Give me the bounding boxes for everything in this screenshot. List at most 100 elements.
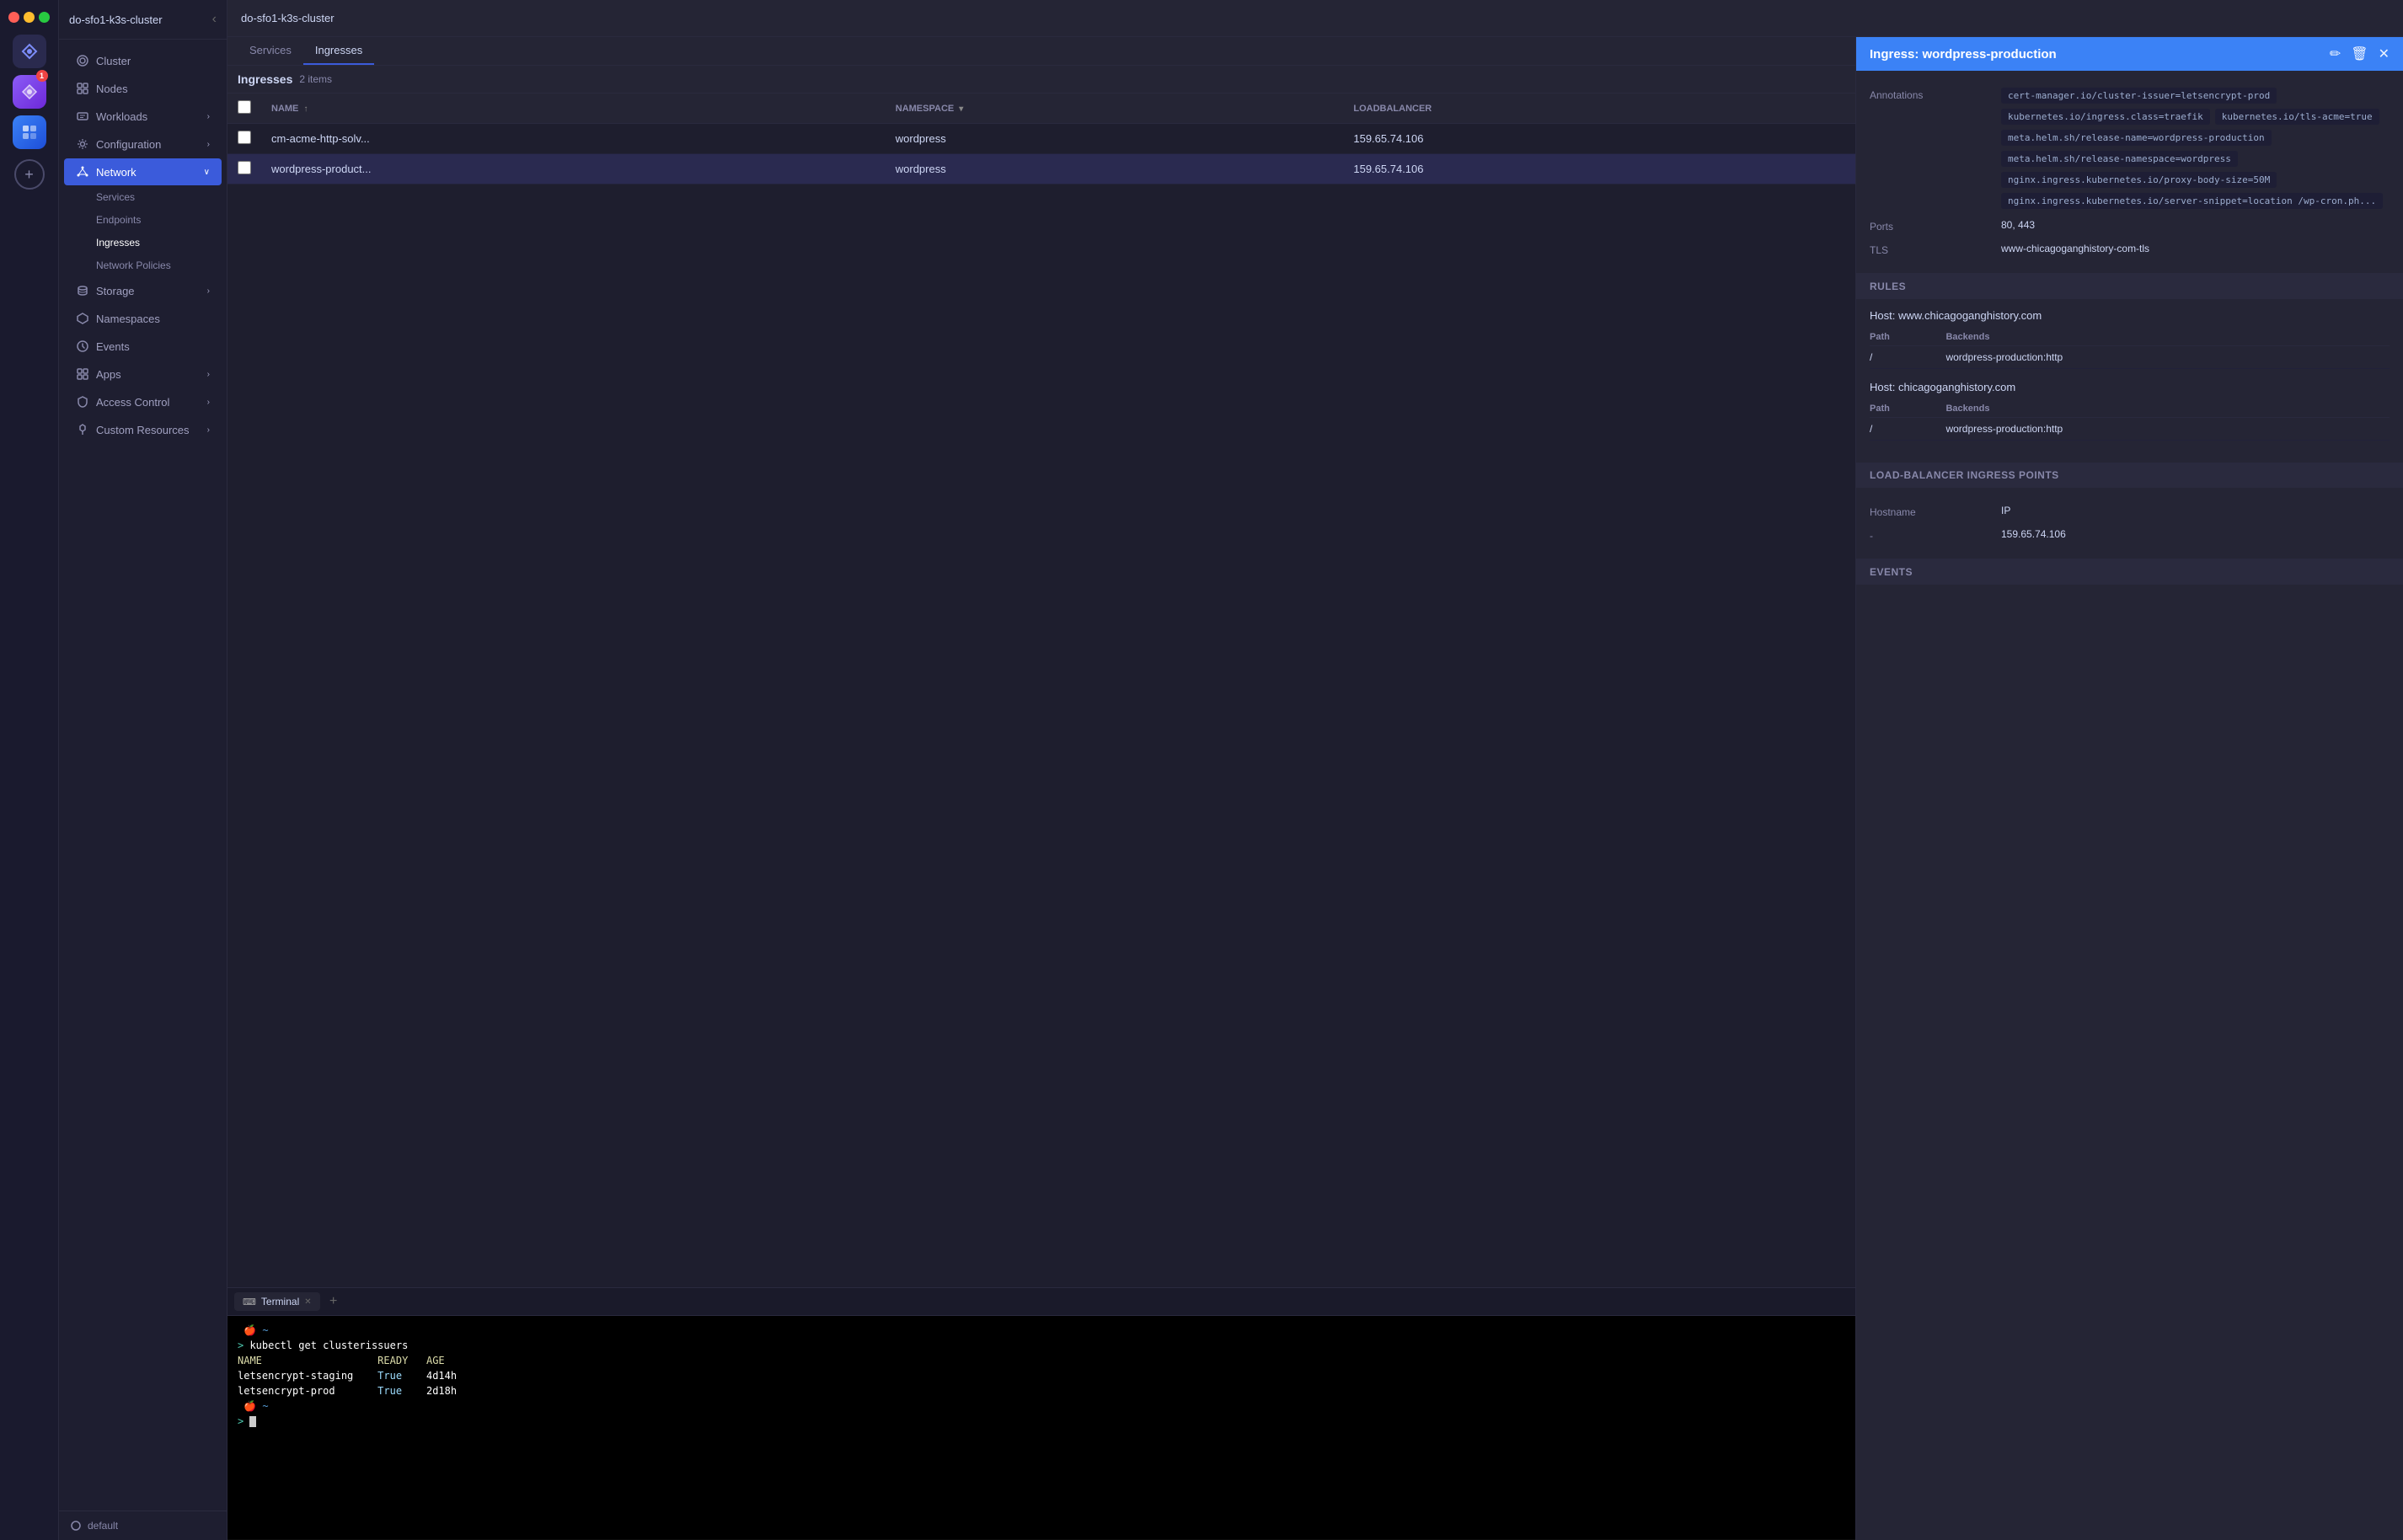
events-content xyxy=(1856,585,2403,635)
close-panel-button[interactable]: ✕ xyxy=(2379,45,2390,62)
terminal-tab-close[interactable]: ✕ xyxy=(304,1297,311,1307)
namespace-column-label: Namespace xyxy=(896,104,954,114)
workloads-chevron-icon: › xyxy=(207,112,210,121)
sidebar-item-events[interactable]: Events xyxy=(64,333,222,360)
annotations-list: cert-manager.io/cluster-issuer=letsencry… xyxy=(2001,88,2390,209)
ingresses-table: Name ↑ Namespace ▾ LoadBalancer xyxy=(227,94,1855,184)
checkbox-header xyxy=(227,94,261,124)
loadbalancer-column-header: LoadBalancer xyxy=(1343,94,1855,124)
lb-section-label: Load-Balancer Ingress Points xyxy=(1870,469,2059,481)
row-checkbox-cell xyxy=(227,124,261,154)
blue-app-icon[interactable] xyxy=(13,115,46,149)
rules-section: Host: www.chicagoganghistory.com Path Ba… xyxy=(1856,299,2403,463)
lens-app-icon[interactable] xyxy=(13,35,46,68)
table-header: Name ↑ Namespace ▾ LoadBalancer xyxy=(227,94,1855,124)
path-header-2: Path xyxy=(1870,400,1945,418)
delete-button[interactable]: 🗑 xyxy=(2351,45,2368,62)
namespaces-icon xyxy=(76,312,89,325)
sidebar-item-ingresses[interactable]: Ingresses xyxy=(64,232,222,254)
table-row[interactable]: cm-acme-http-solv... wordpress 159.65.74… xyxy=(227,124,1855,154)
annotation-tag: kubernetes.io/tls-acme=true xyxy=(2215,109,2379,125)
tilde2-label: ~ xyxy=(256,1400,275,1412)
cluster-name: do-sfo1-k3s-cluster xyxy=(69,13,163,26)
sidebar-item-namespaces[interactable]: Namespaces xyxy=(64,305,222,332)
sidebar-item-network-policies-label: Network Policies xyxy=(96,259,171,271)
row-checkbox[interactable] xyxy=(238,161,251,174)
table-row[interactable]: wordpress-product... wordpress 159.65.74… xyxy=(227,154,1855,184)
sidebar-item-access-control-label: Access Control xyxy=(96,396,169,409)
add-cluster-button[interactable]: + xyxy=(14,159,45,190)
name-column-label: Name xyxy=(271,104,298,114)
sidebar-item-services[interactable]: Services xyxy=(64,186,222,208)
left-content: Services Ingresses Ingresses 2 items xyxy=(227,37,1855,1540)
terminal-add-tab-button[interactable]: + xyxy=(324,1291,344,1312)
edit-button[interactable]: ✏ xyxy=(2330,45,2341,62)
sidebar-item-network[interactable]: Network ∨ xyxy=(64,158,222,185)
terminal-output-row-1: letsencrypt-staging True 4d14h xyxy=(238,1368,1845,1383)
namespace-filter-icon: ▾ xyxy=(959,104,963,114)
minimize-button[interactable] xyxy=(24,12,35,23)
sidebar-item-access-control[interactable]: Access Control › xyxy=(64,388,222,415)
name-column-header[interactable]: Name ↑ xyxy=(261,94,886,124)
row1-ready: True xyxy=(366,1370,426,1382)
workloads-icon xyxy=(76,110,89,123)
ports-value: 80, 443 xyxy=(2001,219,2390,231)
terminal-output-row-2: letsencrypt-prod True 2d18h xyxy=(238,1383,1845,1398)
annotation-tag: cert-manager.io/cluster-issuer=letsencry… xyxy=(2001,88,2277,104)
sidebar-item-workloads[interactable]: Workloads › xyxy=(64,103,222,130)
events-section-header: Events xyxy=(1856,559,2403,585)
annotations-section: Annotations cert-manager.io/cluster-issu… xyxy=(1856,71,2403,274)
col-ready: READY xyxy=(366,1355,426,1366)
annotation-tag: nginx.ingress.kubernetes.io/proxy-body-s… xyxy=(2001,172,2277,188)
sidebar-item-nodes[interactable]: Nodes xyxy=(64,75,222,102)
command-text: kubectl get clusterissuers xyxy=(244,1339,408,1351)
sidebar-item-custom-resources[interactable]: Custom Resources › xyxy=(64,416,222,443)
lb-section: Hostname IP - 159.65.74.106 xyxy=(1856,488,2403,559)
sidebar-item-configuration[interactable]: Configuration › xyxy=(64,131,222,158)
row-namespace-cell: wordpress xyxy=(886,154,1344,184)
terminal-icon: ⌨ xyxy=(243,1297,256,1307)
sidebar-item-apps[interactable]: Apps › xyxy=(64,361,222,388)
main-header: do-sfo1-k3s-cluster xyxy=(227,0,2403,37)
terminal-content[interactable]: 🍎 ~ > kubectl get clusterissuers NAME RE… xyxy=(227,1316,1855,1539)
annotations-value: cert-manager.io/cluster-issuer=letsencry… xyxy=(2001,88,2390,209)
select-all-checkbox[interactable] xyxy=(238,100,251,114)
rule-row: / wordpress-production:http xyxy=(1870,418,2390,441)
terminal-tab-1[interactable]: ⌨ Terminal ✕ xyxy=(234,1292,320,1311)
annotation-tag: meta.helm.sh/release-name=wordpress-prod… xyxy=(2001,130,2272,146)
tab-services[interactable]: Services xyxy=(238,37,303,65)
dock: 1 + xyxy=(0,0,59,1540)
sidebar-item-storage[interactable]: Storage › xyxy=(64,277,222,304)
namespace-column-header[interactable]: Namespace ▾ xyxy=(886,94,1344,124)
terminal-cursor xyxy=(249,1416,256,1427)
notification-badge: 1 xyxy=(36,70,48,82)
rules-table-header: Path Backends xyxy=(1870,329,2390,346)
row2-ready: True xyxy=(366,1385,426,1397)
terminal-cmd-line: > kubectl get clusterissuers xyxy=(238,1338,1845,1353)
rule-path: / xyxy=(1870,346,1945,369)
sidebar-item-cluster[interactable]: Cluster xyxy=(64,47,222,74)
terminal-cursor-line[interactable]: > xyxy=(238,1414,1845,1429)
apps-icon xyxy=(76,367,89,381)
sidebar-item-storage-label: Storage xyxy=(96,285,135,297)
access-control-icon xyxy=(76,395,89,409)
sidebar-item-network-policies[interactable]: Network Policies xyxy=(64,254,222,276)
row-checkbox[interactable] xyxy=(238,131,251,144)
close-button[interactable] xyxy=(8,12,19,23)
collapse-sidebar-button[interactable]: ‹ xyxy=(212,12,217,27)
terminal-tab-bar: ⌨ Terminal ✕ + xyxy=(227,1288,1855,1316)
sidebar-item-services-label: Services xyxy=(96,191,135,203)
maximize-button[interactable] xyxy=(39,12,50,23)
tab-ingresses[interactable]: Ingresses xyxy=(303,37,374,65)
sidebar-item-workloads-label: Workloads xyxy=(96,110,147,123)
storage-chevron-icon: › xyxy=(207,286,210,296)
detail-panel: Ingress: wordpress-production ✏ 🗑 ✕ Anno… xyxy=(1855,37,2403,1540)
sidebar-item-endpoints[interactable]: Endpoints xyxy=(64,209,222,231)
sidebar-item-configuration-label: Configuration xyxy=(96,138,161,151)
sidebar-header: do-sfo1-k3s-cluster ‹ xyxy=(59,0,227,40)
row-name-cell: cm-acme-http-solv... xyxy=(261,124,886,154)
detail-body: Annotations cert-manager.io/cluster-issu… xyxy=(1856,71,2403,1540)
table-section: Ingresses 2 items Name ↑ xyxy=(227,66,1855,1287)
detail-actions: ✏ 🗑 ✕ xyxy=(2330,45,2390,62)
breadcrumb: do-sfo1-k3s-cluster xyxy=(241,12,334,24)
